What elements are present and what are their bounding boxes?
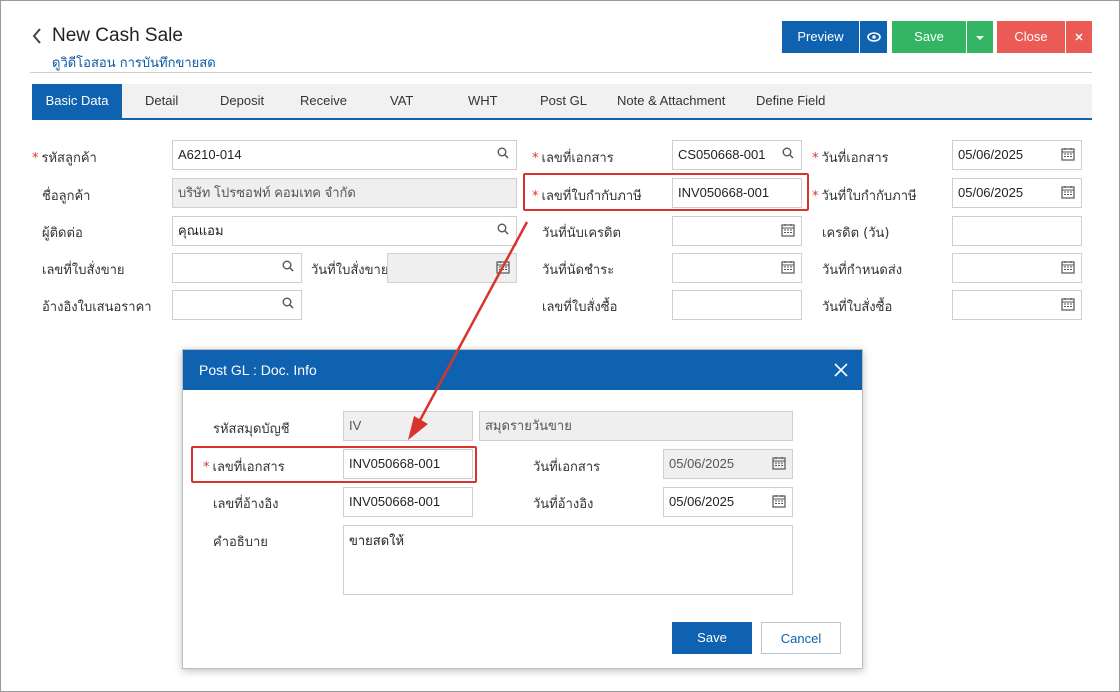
annotation-arrow [408, 221, 529, 440]
